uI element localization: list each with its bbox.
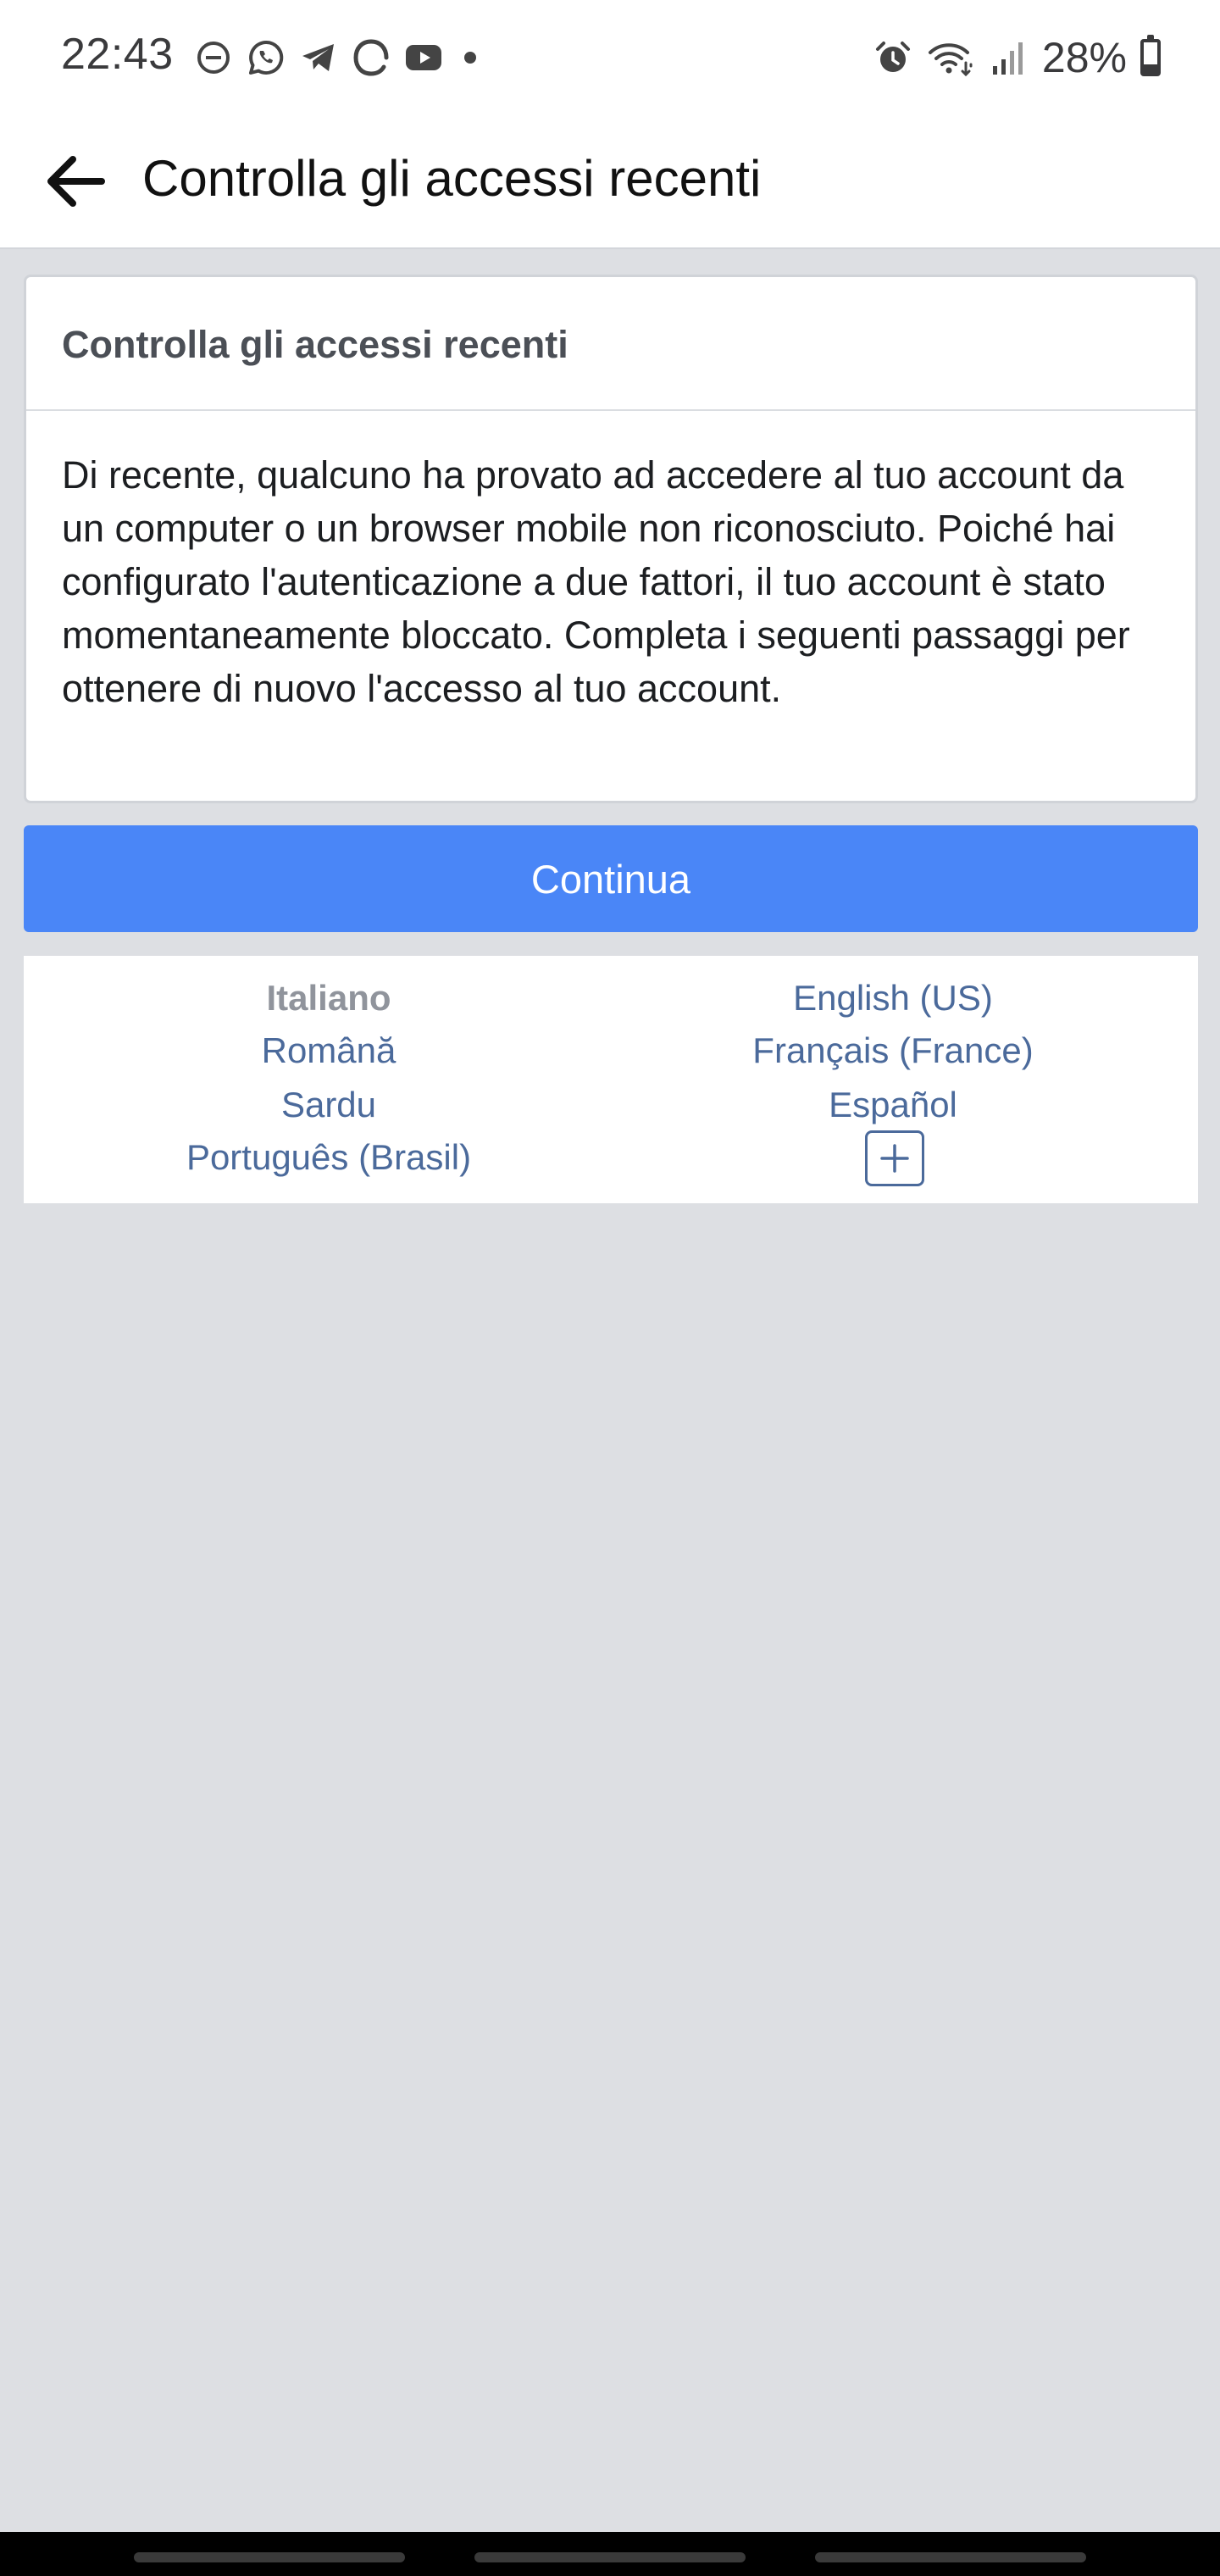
youtube-icon: [406, 45, 441, 70]
battery-icon: [1140, 35, 1161, 76]
back-button[interactable]: [34, 141, 115, 222]
status-bar: 22:43 28%: [0, 0, 1220, 115]
arrow-left-icon: [47, 156, 105, 207]
card-heading: Controlla gli accessi recenti: [26, 277, 1195, 411]
system-icons: 28%: [873, 32, 1161, 83]
plus-icon: [880, 1144, 909, 1173]
continue-button[interactable]: Continua: [24, 825, 1198, 932]
telegram-icon: [302, 44, 334, 71]
language-link-spanish[interactable]: Español: [622, 1085, 1164, 1125]
page-title: Controlla gli accessi recenti: [142, 150, 762, 207]
wifi-icon: [928, 43, 973, 77]
notification-icons: [193, 34, 476, 81]
language-link-english[interactable]: English (US): [622, 978, 1164, 1019]
battery-level-fill: [1144, 64, 1157, 73]
whatsapp-icon: [249, 40, 284, 75]
status-time: 22:43: [61, 30, 174, 79]
language-link-sardinian[interactable]: Sardu: [58, 1085, 600, 1125]
system-navigation-bar: [0, 2532, 1220, 2576]
battery-percent: 28%: [1041, 34, 1127, 81]
language-link-romanian[interactable]: Română: [58, 1030, 600, 1071]
language-link-french[interactable]: Français (France): [622, 1030, 1164, 1071]
signal-icon: [992, 42, 1023, 75]
security-notice-card: Controlla gli accessi recenti Di recente…: [24, 275, 1198, 803]
app-bar: Controlla gli accessi recenti: [0, 115, 1220, 249]
card-body-text: Di recente, qualcuno ha provato ad acced…: [62, 453, 1130, 710]
nav-recents-button[interactable]: [134, 2552, 405, 2562]
alarm-icon: [875, 42, 910, 72]
language-link-portuguese[interactable]: Português (Brasil): [58, 1137, 600, 1178]
nav-back-button[interactable]: [815, 2552, 1086, 2562]
more-languages-button[interactable]: [865, 1130, 924, 1186]
language-selector: Italiano English (US) Română Français (F…: [24, 956, 1198, 1203]
notification-dot-icon: [464, 52, 476, 64]
language-current: Italiano: [266, 978, 391, 1018]
nav-home-button[interactable]: [474, 2552, 746, 2562]
do-not-disturb-icon: [197, 42, 230, 74]
threads-icon: [353, 39, 389, 76]
